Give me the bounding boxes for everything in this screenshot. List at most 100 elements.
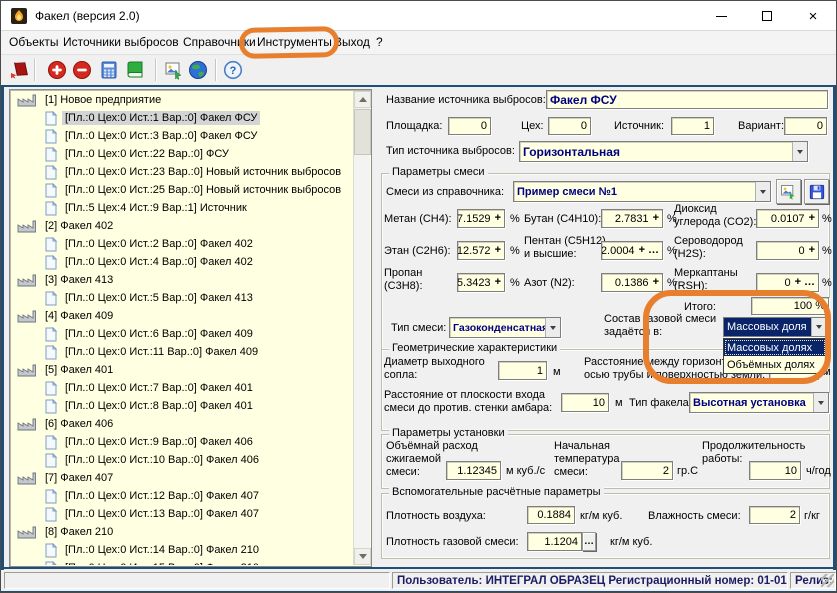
source-number-input[interactable]: 1 [671, 117, 714, 135]
tree-group[interactable]: [3] Факел 413 [11, 271, 353, 289]
dropdown-option-volume[interactable]: Объёмных долях [724, 356, 826, 373]
flow-rate-input[interactable]: 1.12345 [446, 461, 501, 480]
source-name-input[interactable]: Факел ФСУ [546, 90, 828, 109]
mercaptans-input[interactable]: 0+… [756, 273, 819, 292]
tree-group[interactable]: [5] Факел 401 [11, 361, 353, 379]
tree-group[interactable]: [7] Факел 407 [11, 469, 353, 487]
co2-input[interactable]: 0.0107+ [756, 209, 819, 228]
tree-scrollbar[interactable] [353, 91, 370, 565]
status-panel-empty [4, 572, 390, 589]
menu-references[interactable]: Справочники [183, 35, 256, 49]
spin-up-button[interactable]: + [495, 213, 501, 224]
methane-label: Метан (CH4): [384, 213, 452, 226]
dropdown-option-mass[interactable]: Массовых долях [724, 339, 826, 356]
chevron-down-icon[interactable] [755, 182, 770, 201]
butane-input[interactable]: 2.7831+ [601, 209, 663, 228]
propane-input[interactable]: 5.3423+ [457, 273, 505, 292]
mixture-save-button[interactable] [804, 179, 829, 204]
tree-group[interactable]: [1] Новое предприятие [11, 91, 353, 109]
menu-objects[interactable]: Объекты [9, 35, 59, 49]
h2s-input[interactable]: 0+ [756, 241, 819, 260]
internet-button[interactable] [187, 59, 209, 81]
remove-source-button[interactable] [71, 59, 93, 81]
tree-item[interactable]: [Пл.:0 Цех:0 Ист.:1 Вар.:0] Факел ФСУ [11, 109, 353, 127]
tree-item[interactable]: [Пл.:5 Цех:4 Ист.:9 Вар.:1] Источник [11, 199, 353, 217]
tree-item[interactable]: [Пл.:0 Цех:0 Ист.:8 Вар.:0] Факел 401 [11, 397, 353, 415]
mix-type-combobox[interactable]: Газоконденсатная [449, 317, 561, 338]
spin-up-button[interactable]: + [809, 245, 815, 256]
ellipsis-button[interactable]: … [648, 245, 659, 256]
nozzle-diameter-input[interactable]: 1 [498, 361, 547, 380]
methane-input[interactable]: 7.1529+ [457, 209, 505, 228]
tree-item[interactable]: [Пл.:0 Цех:0 Ист.:6 Вар.:0] Факел 409 [11, 325, 353, 343]
scrollbar-thumb[interactable] [354, 109, 371, 155]
spin-up-button[interactable]: + [495, 277, 501, 288]
tree-group[interactable]: [6] Факел 406 [11, 415, 353, 433]
spin-up-button[interactable]: + [495, 245, 501, 256]
chevron-down-icon[interactable] [811, 318, 826, 336]
scroll-down-button[interactable] [354, 548, 371, 565]
calculator-button[interactable] [98, 59, 120, 81]
maximize-button[interactable] [744, 1, 790, 31]
ethane-input[interactable]: 12.572+ [457, 241, 505, 260]
duration-input[interactable]: 10 [749, 461, 801, 480]
tree-item[interactable]: [Пл.:0 Цех:0 Ист.:23 Вар.:0] Новый источ… [11, 163, 353, 181]
pentane-input[interactable]: 2.0004+… [601, 241, 663, 260]
spin-up-button[interactable]: + [639, 245, 645, 256]
source-type-combobox[interactable]: Горизонтальная [519, 141, 808, 162]
site-input[interactable]: 0 [448, 117, 491, 135]
tree-item[interactable]: [Пл.:0 Цех:0 Ист.:7 Вар.:0] Факел 401 [11, 379, 353, 397]
tree-item[interactable]: [Пл.:0 Цех:0 Ист.:13 Вар.:0] Факел 407 [11, 505, 353, 523]
resize-grip[interactable] [821, 574, 834, 587]
add-source-button[interactable] [46, 59, 68, 81]
tree-item[interactable]: [Пл.:0 Цех:0 Ист.:5 Вар.:0] Факел 413 [11, 289, 353, 307]
menu-help[interactable]: ? [376, 35, 383, 49]
air-density-input[interactable]: 0.1884 [527, 506, 575, 524]
chevron-down-icon[interactable] [813, 393, 828, 412]
humidity-input[interactable]: 2 [749, 506, 800, 524]
tree-item[interactable]: [Пл.:0 Цех:0 Ист.:12 Вар.:0] Факел 407 [11, 487, 353, 505]
nitrogen-input[interactable]: 0.1386+ [601, 273, 663, 292]
close-button[interactable]: × [790, 1, 836, 31]
tree-group-label: [2] Факел 402 [42, 219, 116, 233]
reference-book-button[interactable] [124, 59, 146, 81]
spin-up-button[interactable]: + [653, 277, 659, 288]
variant-input[interactable]: 0 [784, 117, 827, 135]
tree-item[interactable]: [Пл.:0 Цех:0 Ист.:3 Вар.:0] Факел ФСУ [11, 127, 353, 145]
tree-item[interactable]: [Пл.:0 Цех:0 Ист.:15 Вар.:0] Факел 210 [11, 559, 353, 565]
flare-type-combobox[interactable]: Высотная установка [689, 392, 829, 413]
shop-input[interactable]: 0 [548, 117, 591, 135]
scroll-up-button[interactable] [354, 91, 371, 108]
menu-sources[interactable]: Источники выбросов [63, 35, 179, 49]
tree-item[interactable]: [Пл.:0 Цех:0 Ист.:14 Вар.:0] Факел 210 [11, 541, 353, 559]
mixture-report-button[interactable] [776, 179, 801, 204]
gas-density-ellipsis-button[interactable]: … [582, 532, 596, 551]
chevron-down-icon[interactable] [545, 318, 560, 337]
menu-tools[interactable]: Инструменты [257, 35, 332, 49]
minimize-button[interactable] [698, 1, 744, 31]
gas-density-input[interactable]: 1.1204 [527, 532, 582, 551]
tree-item[interactable]: [Пл.:0 Цех:0 Ист.:9 Вар.:0] Факел 406 [11, 433, 353, 451]
tree-item[interactable]: [Пл.:0 Цех:0 Ист.:4 Вар.:0] Факел 402 [11, 253, 353, 271]
spin-up-button[interactable]: + [653, 213, 659, 224]
spin-up-button[interactable]: + [809, 213, 815, 224]
tree-group[interactable]: [4] Факел 409 [11, 307, 353, 325]
tree-group[interactable]: [2] Факел 402 [11, 217, 353, 235]
tree-item[interactable]: [Пл.:0 Цех:0 Ист.:22 Вар.:0] ФСУ [11, 145, 353, 163]
tree-group[interactable]: [8] Факел 210 [11, 523, 353, 541]
composition-mode-combobox[interactable]: Массовых доля [723, 317, 827, 337]
menu-exit[interactable]: Выход [334, 35, 370, 49]
ellipsis-button[interactable]: … [804, 277, 815, 288]
tree-item[interactable]: [Пл.:0 Цех:0 Ист.:10 Вар.:0] Факел 406 [11, 451, 353, 469]
report-button[interactable] [163, 59, 185, 81]
mixture-ref-combobox[interactable]: Пример смеси №1 [513, 181, 771, 202]
spin-up-button[interactable]: + [795, 277, 801, 288]
initial-temp-input[interactable]: 2 [621, 461, 673, 480]
tree-item[interactable]: [Пл.:0 Цех:0 Ист.:11 Вар.:0] Факел 409 [11, 343, 353, 361]
help-button[interactable]: ? [222, 59, 244, 81]
tree-item[interactable]: [Пл.:0 Цех:0 Ист.:2 Вар.:0] Факел 402 [11, 235, 353, 253]
chevron-down-icon[interactable] [792, 142, 807, 161]
inlet-distance-input[interactable]: 10 [561, 393, 609, 412]
exit-red-book-button[interactable] [9, 59, 31, 81]
tree-item[interactable]: [Пл.:0 Цех:0 Ист.:25 Вар.:0] Новый источ… [11, 181, 353, 199]
